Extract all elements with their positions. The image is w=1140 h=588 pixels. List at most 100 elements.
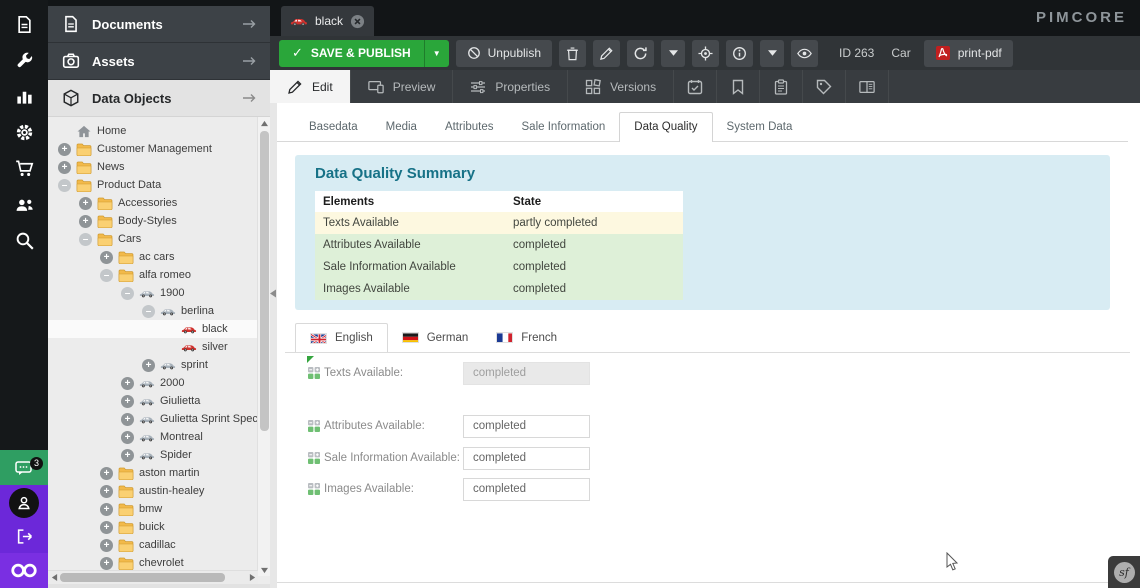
field-input[interactable]: completed <box>463 447 590 470</box>
tree-node-cars[interactable]: –Cars <box>48 230 258 248</box>
caret-down-button[interactable] <box>760 40 784 67</box>
scroll-up-icon[interactable] <box>258 117 270 129</box>
tree-node-sprint[interactable]: +sprint <box>48 356 258 374</box>
tree-node-ac-cars[interactable]: +ac cars <box>48 248 258 266</box>
tree-node-home[interactable]: Home <box>48 122 258 140</box>
info-button[interactable] <box>726 40 753 67</box>
tree-horizontal-scrollbar[interactable] <box>48 570 258 584</box>
caret-down-button[interactable] <box>661 40 685 67</box>
unpublish-button[interactable]: Unpublish <box>456 40 552 67</box>
print-pdf-button[interactable]: print-pdf <box>924 40 1013 67</box>
tree-node-product-data[interactable]: –Product Data <box>48 176 258 194</box>
object-tab-data-quality[interactable]: Data Quality <box>619 112 712 142</box>
strip-document-icon[interactable] <box>0 6 48 42</box>
sidebar-section-assets[interactable]: Assets <box>48 43 270 80</box>
trash-button[interactable] <box>559 40 586 67</box>
tree-node-2000[interactable]: +2000 <box>48 374 258 392</box>
object-tab-attributes[interactable]: Attributes <box>431 113 508 141</box>
collapse-icon[interactable]: – <box>100 269 113 282</box>
field-input[interactable]: completed <box>463 415 590 438</box>
tree-node-austin-healey[interactable]: +austin-healey <box>48 482 258 500</box>
tree-node-gulietta-sprint-specia[interactable]: +Gulietta Sprint Specia <box>48 410 258 428</box>
bookmark-button[interactable] <box>717 70 760 103</box>
tree-node-cadillac[interactable]: +cadillac <box>48 536 258 554</box>
object-tab-media[interactable]: Media <box>372 113 431 141</box>
strip-search-icon[interactable] <box>0 222 48 258</box>
tree-node-buick[interactable]: +buick <box>48 518 258 536</box>
tree-node-giulietta[interactable]: +Giulietta <box>48 392 258 410</box>
object-tab-sale-information[interactable]: Sale Information <box>508 113 620 141</box>
view-tab-properties[interactable]: Properties <box>453 70 568 103</box>
tree-node-body-styles[interactable]: +Body-Styles <box>48 212 258 230</box>
expand-icon[interactable]: + <box>121 377 134 390</box>
view-tab-preview[interactable]: Preview <box>351 70 454 103</box>
collapse-icon[interactable]: – <box>142 305 155 318</box>
pencil-button[interactable] <box>593 40 620 67</box>
book-button[interactable] <box>846 70 889 103</box>
language-tab-german[interactable]: German <box>388 323 483 352</box>
tree-node-black[interactable]: black <box>48 320 258 338</box>
tree-node-silver[interactable]: silver <box>48 338 258 356</box>
strip-cart-icon[interactable] <box>0 150 48 186</box>
scroll-down-icon[interactable] <box>258 564 270 576</box>
calendar-check-button[interactable] <box>674 70 717 103</box>
strip-users-icon[interactable] <box>0 186 48 222</box>
tree-node-alfa-romeo[interactable]: –alfa romeo <box>48 266 258 284</box>
notifications-button[interactable]: 3 <box>0 450 48 485</box>
symfony-profiler-badge[interactable]: sf <box>1108 556 1140 588</box>
tag-button[interactable] <box>803 70 846 103</box>
tree-node-1900[interactable]: –1900 <box>48 284 258 302</box>
tree-node-customer-management[interactable]: +Customer Management <box>48 140 258 158</box>
logout-button[interactable] <box>0 520 48 553</box>
view-tab-versions[interactable]: Versions <box>568 70 674 103</box>
strip-bar-chart-icon[interactable] <box>0 78 48 114</box>
strip-gear-icon[interactable] <box>0 114 48 150</box>
strip-wrench-icon[interactable] <box>0 42 48 78</box>
expand-icon[interactable]: + <box>58 161 71 174</box>
tree-vertical-scrollbar[interactable] <box>257 117 270 576</box>
save-options-caret[interactable]: ▼ <box>424 40 449 67</box>
collapse-icon[interactable]: – <box>79 233 92 246</box>
tree-node-aston-martin[interactable]: +aston martin <box>48 464 258 482</box>
expand-icon[interactable]: + <box>100 539 113 552</box>
collapse-sidebar-icon[interactable] <box>270 289 276 298</box>
expand-icon[interactable]: + <box>100 467 113 480</box>
tree-node-spider[interactable]: +Spider <box>48 446 258 464</box>
expand-icon[interactable]: + <box>121 395 134 408</box>
scroll-right-icon[interactable] <box>246 571 258 584</box>
expand-icon[interactable]: + <box>100 503 113 516</box>
expand-icon[interactable]: + <box>121 431 134 444</box>
sidebar-section-documents[interactable]: Documents <box>48 6 270 43</box>
scrollbar-thumb[interactable] <box>60 573 225 582</box>
collapse-icon[interactable]: – <box>58 179 71 192</box>
clipboard-button[interactable] <box>760 70 803 103</box>
user-profile-button[interactable] <box>0 485 48 520</box>
object-tab-system-data[interactable]: System Data <box>713 113 807 141</box>
language-tab-english[interactable]: English <box>295 323 388 352</box>
tree-node-bmw[interactable]: +bmw <box>48 500 258 518</box>
scroll-left-icon[interactable] <box>48 571 60 584</box>
refresh-button[interactable] <box>627 40 654 67</box>
locate-button[interactable] <box>692 40 719 67</box>
sidebar-splitter[interactable] <box>270 103 277 588</box>
tree-node-news[interactable]: +News <box>48 158 258 176</box>
tree-node-berlina[interactable]: –berlina <box>48 302 258 320</box>
object-tab-basedata[interactable]: Basedata <box>295 113 372 141</box>
tree-node-montreal[interactable]: +Montreal <box>48 428 258 446</box>
expand-icon[interactable]: + <box>142 359 155 372</box>
expand-icon[interactable]: + <box>79 215 92 228</box>
expand-icon[interactable]: + <box>100 251 113 264</box>
view-tab-edit[interactable]: Edit <box>270 70 351 103</box>
expand-icon[interactable]: + <box>121 413 134 426</box>
language-tab-french[interactable]: French <box>482 323 571 352</box>
expand-icon[interactable]: + <box>121 449 134 462</box>
tree-node-accessories[interactable]: +Accessories <box>48 194 258 212</box>
sidebar-section-data-objects[interactable]: Data Objects <box>48 80 270 117</box>
expand-icon[interactable]: + <box>100 485 113 498</box>
save-publish-button[interactable]: ✓ SAVE & PUBLISH ▼ <box>279 40 449 67</box>
expand-icon[interactable]: + <box>100 521 113 534</box>
eye-button[interactable] <box>791 40 818 67</box>
expand-icon[interactable]: + <box>58 143 71 156</box>
expand-icon[interactable]: + <box>100 557 113 570</box>
collapse-icon[interactable]: – <box>121 287 134 300</box>
